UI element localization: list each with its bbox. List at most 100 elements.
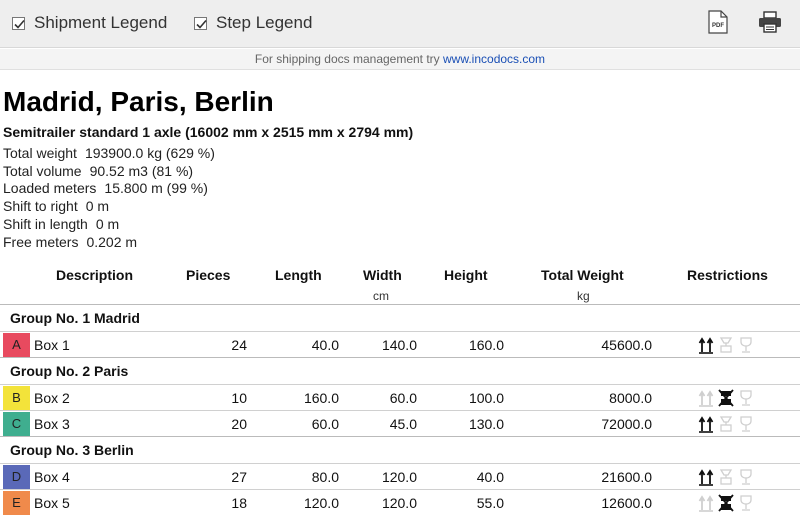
table-row[interactable]: E Box 5 18 120.0 120.0 55.0 12600.0 bbox=[0, 489, 800, 515]
do-not-stack-icon bbox=[718, 389, 734, 407]
table-row[interactable]: C Box 3 20 60.0 45.0 130.0 72000.0 bbox=[0, 410, 800, 436]
fragile-glass-icon bbox=[738, 389, 754, 407]
item-length: 60.0 bbox=[311, 416, 339, 432]
group-color-tag: A bbox=[3, 333, 30, 357]
step-legend-checkbox[interactable] bbox=[194, 16, 207, 30]
stat-label: Total volume bbox=[3, 162, 82, 179]
load-stats: Total weight 193900.0 kg (629 %) Total vol… bbox=[3, 145, 215, 251]
stat-value: 0 m bbox=[95, 215, 120, 232]
item-total-weight: 45600.0 bbox=[601, 337, 652, 353]
promo-banner: For shipping docs management try www.inc… bbox=[0, 49, 800, 70]
this-way-up-icon bbox=[698, 389, 714, 407]
group-header: Group No. 3 Berlin bbox=[0, 436, 800, 463]
group-color-tag: C bbox=[3, 412, 30, 436]
stackable-icon bbox=[718, 468, 734, 486]
stat-row: Loaded meters 15.800 m (99 %) bbox=[3, 180, 215, 198]
incodocs-link[interactable]: www.incodocs.com bbox=[443, 52, 545, 66]
item-height: 40.0 bbox=[476, 469, 504, 485]
item-length: 40.0 bbox=[311, 337, 339, 353]
shipment-legend-label: Shipment Legend bbox=[34, 13, 168, 32]
restriction-icons bbox=[698, 468, 754, 486]
item-pieces: 27 bbox=[231, 469, 247, 485]
fragile-glass-icon bbox=[738, 468, 754, 486]
stat-row: Total volume 90.52 m3 (81 %) bbox=[3, 163, 215, 181]
item-length: 80.0 bbox=[311, 469, 339, 485]
pdf-icon[interactable]: PDF bbox=[708, 10, 728, 34]
item-width: 120.0 bbox=[381, 469, 417, 485]
stat-label: Free meters bbox=[3, 233, 79, 250]
item-height: 55.0 bbox=[476, 495, 504, 511]
restriction-icons bbox=[698, 389, 754, 407]
item-length: 160.0 bbox=[303, 390, 339, 406]
item-pieces: 10 bbox=[231, 390, 247, 406]
stat-value: 15.800 m (99 %) bbox=[104, 180, 208, 197]
unit-kg: kg bbox=[577, 289, 590, 303]
unit-cm: cm bbox=[373, 289, 389, 303]
vehicle-subtitle: Semitrailer standard 1 axle (16002 mm x … bbox=[3, 124, 414, 140]
item-pieces: 20 bbox=[231, 416, 247, 432]
group-color-tag: D bbox=[3, 465, 30, 489]
item-total-weight: 12600.0 bbox=[601, 495, 652, 511]
do-not-stack-icon bbox=[718, 494, 734, 512]
fragile-glass-icon bbox=[738, 415, 754, 433]
fragile-glass-icon bbox=[738, 494, 754, 512]
stat-label: Total weight bbox=[3, 145, 77, 161]
item-name: Box 2 bbox=[34, 390, 70, 406]
column-length: Length bbox=[275, 267, 322, 283]
item-height: 130.0 bbox=[468, 416, 504, 432]
item-width: 120.0 bbox=[381, 495, 417, 511]
item-total-weight: 8000.0 bbox=[609, 390, 652, 406]
item-pieces: 24 bbox=[231, 337, 247, 353]
step-legend-label: Step Legend bbox=[216, 13, 313, 32]
this-way-up-icon bbox=[698, 494, 714, 512]
stat-row: Shift to right 0 m bbox=[3, 198, 215, 216]
stat-row: Free meters 0.202 m bbox=[3, 234, 215, 252]
restriction-icons bbox=[698, 494, 754, 512]
item-length: 120.0 bbox=[303, 495, 339, 511]
stat-row: Shift in length 0 m bbox=[3, 216, 215, 234]
this-way-up-icon bbox=[698, 468, 714, 486]
table-row[interactable]: D Box 4 27 80.0 120.0 40.0 21600.0 bbox=[0, 463, 800, 489]
item-total-weight: 72000.0 bbox=[601, 416, 652, 432]
item-pieces: 18 bbox=[231, 495, 247, 511]
group-header: Group No. 1 Madrid bbox=[0, 304, 800, 331]
step-legend-toggle[interactable]: Step Legend bbox=[194, 13, 312, 33]
page-title: Madrid, Paris, Berlin bbox=[3, 86, 274, 117]
cargo-table: Group No. 1 Madrid A Box 1 24 40.0 140.0 160.0… bbox=[0, 304, 800, 515]
this-way-up-icon bbox=[698, 336, 714, 354]
stackable-icon bbox=[718, 336, 734, 354]
stat-label: Shift in length bbox=[3, 215, 88, 232]
group-color-tag: B bbox=[3, 386, 30, 410]
this-way-up-icon bbox=[698, 415, 714, 433]
fragile-glass-icon bbox=[738, 336, 754, 354]
stat-label: Shift to right bbox=[3, 198, 78, 215]
stat-value: 193900.0 kg (629 %) bbox=[84, 145, 215, 161]
item-name: Box 4 bbox=[34, 469, 70, 485]
item-height: 160.0 bbox=[468, 337, 504, 353]
shipment-legend-checkbox[interactable] bbox=[12, 16, 25, 30]
group-header: Group No. 2 Paris bbox=[0, 357, 800, 384]
item-width: 45.0 bbox=[389, 416, 417, 432]
stat-row: Total weight 193900.0 kg (629 %) bbox=[3, 145, 215, 163]
restriction-icons bbox=[698, 415, 754, 433]
item-name: Box 5 bbox=[34, 495, 70, 511]
restriction-icons bbox=[698, 336, 754, 354]
toolbar: Shipment Legend Step Legend PDF bbox=[0, 0, 800, 48]
stat-value: 0 m bbox=[85, 198, 110, 215]
table-row[interactable]: B Box 2 10 160.0 60.0 100.0 8000.0 bbox=[0, 384, 800, 410]
item-name: Box 3 bbox=[34, 416, 70, 432]
column-total-weight: Total Weight bbox=[541, 267, 624, 283]
svg-text:PDF: PDF bbox=[712, 23, 724, 29]
column-width: Width bbox=[363, 267, 402, 283]
printer-icon[interactable] bbox=[758, 11, 782, 33]
group-color-tag: E bbox=[3, 491, 30, 515]
stat-label: Loaded meters bbox=[3, 180, 97, 197]
item-total-weight: 21600.0 bbox=[601, 469, 652, 485]
banner-text: For shipping docs management try bbox=[254, 52, 444, 66]
shipment-legend-toggle[interactable]: Shipment Legend bbox=[12, 13, 167, 33]
column-restrictions: Restrictions bbox=[687, 267, 768, 283]
table-row[interactable]: A Box 1 24 40.0 140.0 160.0 45600.0 bbox=[0, 331, 800, 357]
item-width: 140.0 bbox=[381, 337, 417, 353]
column-description: Description bbox=[56, 267, 134, 283]
stackable-icon bbox=[718, 415, 734, 433]
